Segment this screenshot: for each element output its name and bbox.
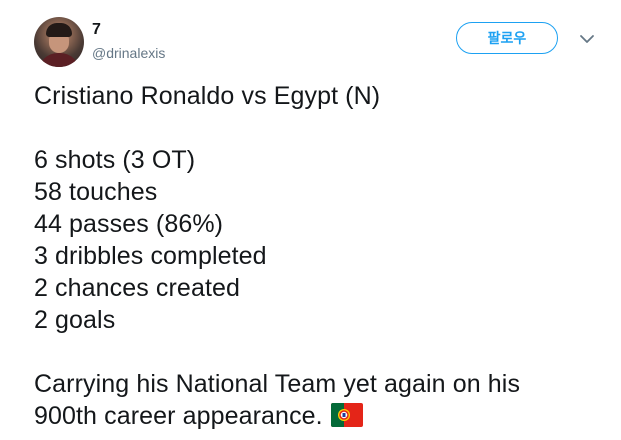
display-name[interactable]: 7: [92, 21, 101, 39]
stat-line: 2 goals: [34, 306, 116, 334]
closing-line-with-flag: 900th career appearance.: [34, 400, 604, 432]
closing-line-text: 900th career appearance.: [34, 402, 323, 430]
chevron-down-icon[interactable]: [578, 30, 596, 48]
tweet: 7 @drinalexis 팔로우 Cristiano Ronaldo vs E…: [0, 0, 621, 440]
tweet-title-line: Cristiano Ronaldo vs Egypt (N): [34, 82, 381, 110]
avatar-hair: [46, 23, 72, 37]
follow-button[interactable]: 팔로우: [456, 22, 558, 54]
tweet-header: 7 @drinalexis 팔로우: [34, 17, 604, 69]
avatar-shirt: [38, 53, 80, 67]
stat-line: 2 chances created: [34, 274, 240, 302]
stat-line: 3 dribbles completed: [34, 242, 267, 270]
closing-line: Carrying his National Team yet again on …: [34, 370, 521, 398]
tweet-text: Cristiano Ronaldo vs Egypt (N) 6 shots (…: [34, 80, 604, 432]
stat-line: 58 touches: [34, 178, 158, 206]
portugal-flag-icon: [330, 403, 363, 427]
profile-avatar[interactable]: [34, 17, 84, 67]
user-handle[interactable]: @drinalexis: [92, 45, 165, 61]
stat-line: 44 passes (86%): [34, 210, 224, 238]
stat-line: 6 shots (3 OT): [34, 146, 196, 174]
